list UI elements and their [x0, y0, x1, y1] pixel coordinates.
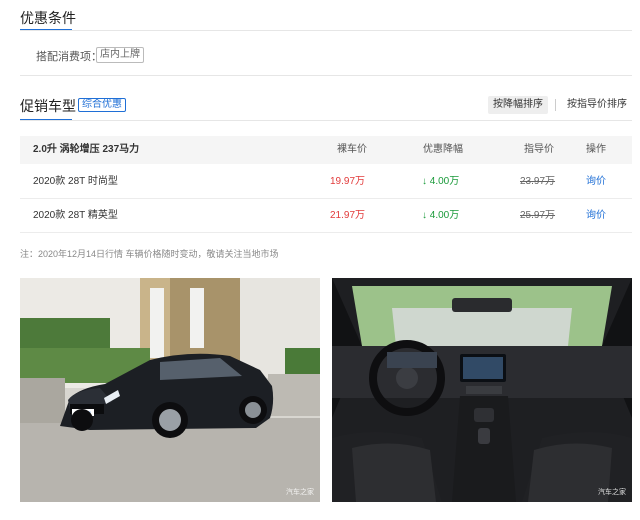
row-separator [20, 232, 632, 233]
column-header-drop: 优惠降幅 [423, 144, 463, 155]
conditions-divider [20, 30, 632, 31]
left-photo-watermark: 汽车之家 [286, 489, 314, 496]
car-exterior-image: 汽车之家 [20, 278, 320, 502]
conditions-title: 优惠条件 [20, 10, 76, 26]
column-header-guide: 指导价 [524, 144, 554, 155]
promo-divider [20, 120, 632, 121]
car-exterior-photo[interactable]: 汽车之家 汽车之家 [20, 278, 320, 502]
row-2-inquiry-link[interactable]: 询价 [586, 209, 606, 223]
car-interior-image [332, 278, 632, 502]
sort-by-guide-price-button[interactable]: 按指导价排序 [562, 96, 632, 114]
row-separator [20, 198, 632, 199]
row-2-guide-price: 25.97万 [520, 210, 556, 221]
row-1-guide-price: 23.97万 [520, 176, 556, 187]
column-header-price: 裸车价 [337, 144, 367, 155]
row-2-drop: ↓ 4.00万 [422, 210, 460, 221]
row-2-model: 2020款 28T 精英型 [33, 210, 118, 221]
column-header-action: 操作 [586, 144, 606, 155]
row-1-model: 2020款 28T 时尚型 [33, 176, 118, 187]
row-1-inquiry-link[interactable]: 询价 [586, 175, 606, 189]
promo-title: 促销车型 [20, 98, 76, 114]
row-2-price: 21.97万 [330, 210, 366, 221]
conditions-bottom-divider [20, 75, 632, 76]
promo-tag: 综合优惠 [78, 98, 126, 112]
sort-separator [555, 99, 556, 111]
price-note: 注：2020年12月14日行情 车辆价格随时变动，敬请关注当地市场 [20, 249, 279, 259]
combo-label: 搭配消费项： [36, 51, 102, 63]
combo-tag: 店内上牌 [96, 47, 144, 63]
engine-header: 2.0升 涡轮增压 237马力 [33, 144, 140, 155]
row-1-price: 19.97万 [330, 176, 366, 187]
row-1-drop: ↓ 4.00万 [422, 176, 460, 187]
sort-by-discount-button[interactable]: 按降幅排序 [488, 96, 548, 114]
car-interior-photo[interactable]: 汽车之家 [332, 278, 632, 502]
right-photo-watermark: 汽车之家 [598, 489, 626, 496]
